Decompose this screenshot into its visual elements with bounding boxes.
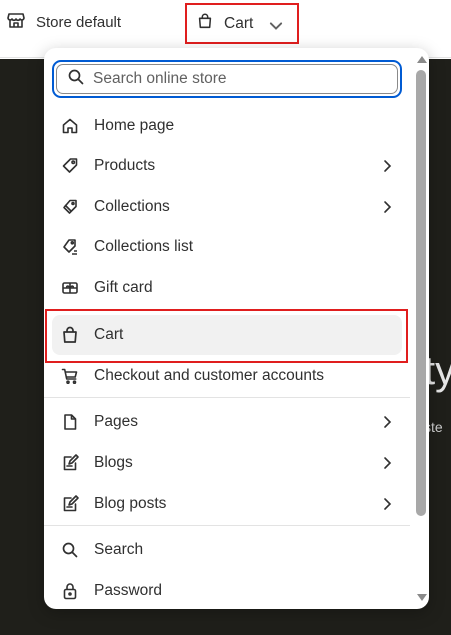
chevron-right-icon xyxy=(380,158,394,174)
page-selector-button[interactable]: Cart xyxy=(185,3,299,44)
scroll-down-arrow-icon[interactable] xyxy=(417,594,427,601)
menu-item-products[interactable]: Products xyxy=(52,146,402,186)
menu-item-cart[interactable]: Cart xyxy=(52,315,402,355)
menu-item-label: Checkout and customer accounts xyxy=(94,367,325,384)
menu-item-blogs[interactable]: Blogs xyxy=(52,443,402,483)
menu-item-label: Blogs xyxy=(94,454,133,471)
menu-item-label: Cart xyxy=(94,326,124,343)
search-input[interactable] xyxy=(93,70,373,88)
menu-item-password[interactable]: Password xyxy=(52,571,402,609)
menu-item-label: Collections list xyxy=(94,238,194,255)
chevron-down-icon xyxy=(267,17,283,31)
search-focus-ring xyxy=(52,60,402,98)
chevron-right-icon xyxy=(380,496,394,512)
menu-item-home-page[interactable]: Home page xyxy=(52,106,402,146)
menu-item-label: Collections xyxy=(94,198,170,215)
bag-icon xyxy=(196,12,214,35)
menu-divider xyxy=(44,525,410,526)
menu-item-collections-list[interactable]: Collections list xyxy=(52,227,402,267)
menu-item-label: Home page xyxy=(94,117,175,134)
menu-item-checkout[interactable]: Checkout and customer accounts xyxy=(52,356,402,396)
chevron-right-icon xyxy=(380,414,394,430)
menu-item-search[interactable]: Search xyxy=(52,530,402,570)
gift-card-icon xyxy=(60,278,80,298)
scrollbar-thumb[interactable] xyxy=(416,70,426,516)
page-selector-label: Cart xyxy=(224,14,254,32)
lock-icon xyxy=(60,581,80,601)
menu-item-label: Password xyxy=(94,582,163,599)
menu-item-blog-posts[interactable]: Blog posts xyxy=(52,484,402,524)
menu-item-collections[interactable]: Collections xyxy=(52,187,402,227)
search-icon xyxy=(67,68,85,91)
search-icon xyxy=(60,540,80,560)
blog-post-icon xyxy=(60,494,80,514)
home-icon xyxy=(60,116,80,136)
store-label: Store default xyxy=(36,13,122,31)
store-icon xyxy=(6,10,26,34)
menu-item-pages[interactable]: Pages xyxy=(52,402,402,442)
menu-item-label: Products xyxy=(94,157,156,174)
scroll-up-arrow-icon[interactable] xyxy=(417,56,427,63)
menu-item-label: Gift card xyxy=(94,279,153,296)
tags-icon xyxy=(60,197,80,217)
blog-icon xyxy=(60,453,80,473)
cart-icon xyxy=(60,366,80,386)
menu-item-label: Blog posts xyxy=(94,495,167,512)
menu-item-label: Pages xyxy=(94,413,138,430)
bag-icon xyxy=(60,325,80,345)
tags-list-icon xyxy=(60,237,80,257)
page-icon xyxy=(60,412,80,432)
menu-divider xyxy=(44,397,410,398)
tag-icon xyxy=(60,156,80,176)
chevron-right-icon xyxy=(380,199,394,215)
chevron-right-icon xyxy=(380,455,394,471)
search-field[interactable] xyxy=(56,64,398,94)
menu-scrollbar[interactable] xyxy=(415,52,427,605)
store-selector[interactable]: Store default xyxy=(6,10,121,34)
menu-item-label: Search xyxy=(94,541,144,558)
menu-item-gift-card[interactable]: Gift card xyxy=(52,268,402,308)
page-picker-popover: Home page Products Collections Collectio… xyxy=(44,48,429,609)
